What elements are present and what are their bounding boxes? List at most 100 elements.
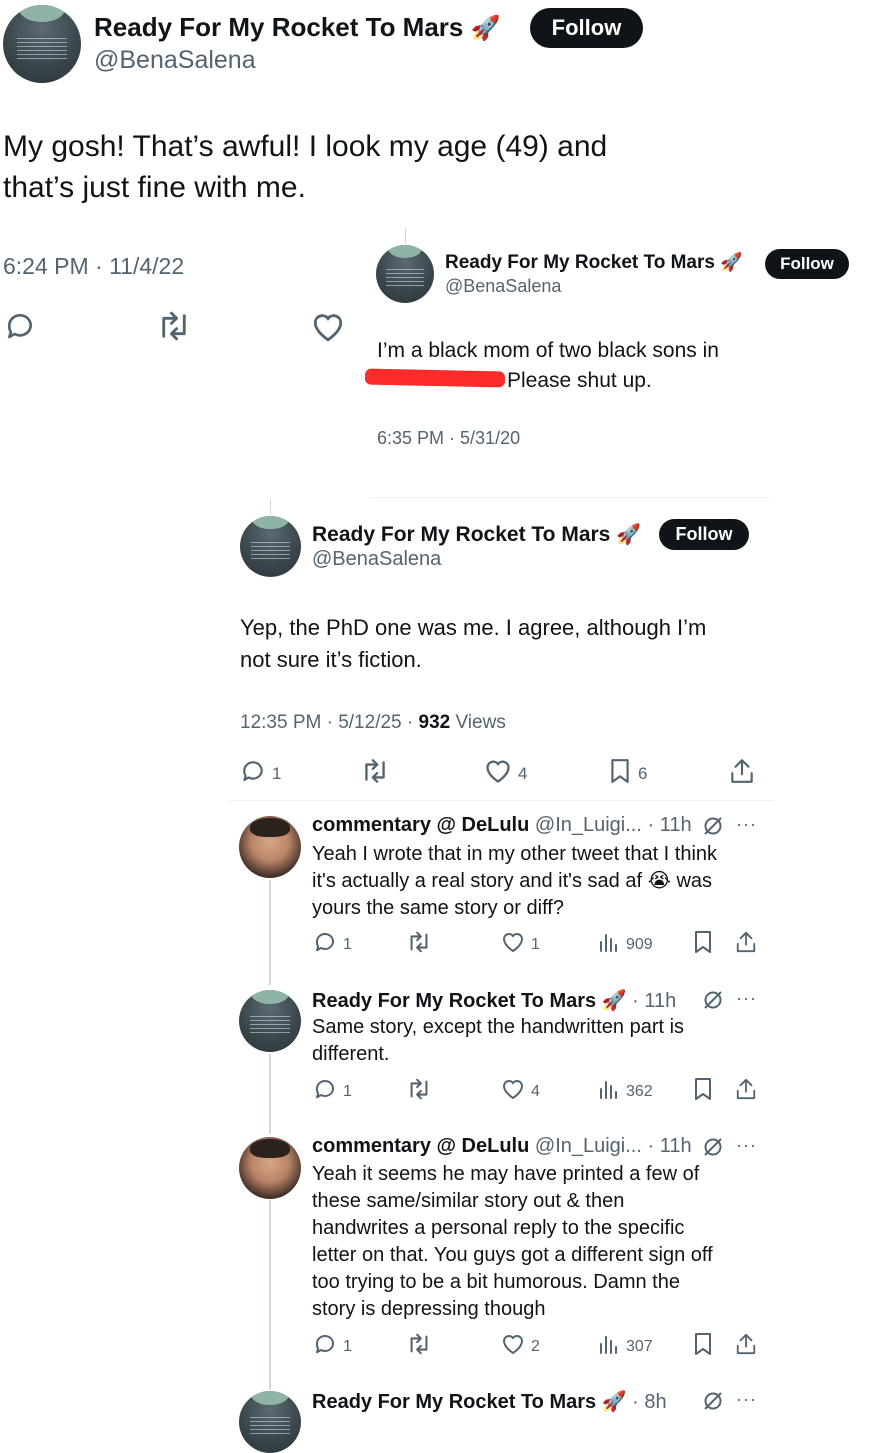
share-icon	[729, 757, 755, 790]
redacted-line: Please shut up.	[364, 366, 857, 396]
share-action[interactable]	[735, 1331, 757, 1362]
retweet-icon	[406, 1077, 432, 1106]
thread-connector	[269, 1200, 271, 1390]
reply-action[interactable]: 1	[313, 930, 352, 959]
avatar[interactable]	[376, 245, 434, 303]
like-action[interactable]: 4	[501, 1077, 540, 1106]
more-icon[interactable]: ···	[736, 988, 757, 1009]
views-action[interactable]: 909	[598, 930, 653, 959]
reply-icon	[313, 1077, 337, 1106]
reply-icon	[313, 1332, 337, 1361]
reply-icon	[313, 930, 337, 959]
views-action[interactable]: 307	[598, 1332, 653, 1361]
reply-icon	[240, 758, 266, 789]
rocket-icon: 🚀	[720, 252, 743, 272]
thread-connector	[270, 499, 271, 515]
author-name[interactable]: Ready For My Rocket To Mars 🚀	[94, 12, 501, 43]
rocket-icon: 🚀	[470, 15, 501, 42]
reply-header: Ready For My Rocket To Mars 🚀 · 8h	[312, 1391, 667, 1413]
more-icon[interactable]: ···	[736, 1389, 757, 1410]
views-label: Views	[450, 712, 506, 733]
retweet-icon	[360, 758, 390, 789]
like-icon	[484, 758, 512, 789]
share-icon	[735, 1331, 757, 1362]
bookmark-icon	[693, 930, 713, 959]
share-icon	[735, 929, 757, 960]
bookmark-icon	[693, 1332, 713, 1361]
author-name[interactable]: Ready For My Rocket To Mars 🚀	[445, 252, 743, 274]
avatar[interactable]	[239, 990, 301, 1052]
divider	[228, 800, 773, 801]
follow-button[interactable]: Follow	[659, 519, 749, 550]
divider	[370, 497, 770, 498]
views-action[interactable]: 362	[598, 1077, 653, 1106]
more-icon[interactable]: ···	[736, 814, 757, 835]
reply-text: Yeah it seems he may have printed a few …	[312, 1163, 713, 1320]
views-count: 932	[418, 712, 451, 733]
thread-connector	[269, 1054, 271, 1134]
retweet-icon	[406, 930, 432, 959]
thread-connector	[405, 228, 406, 244]
reply-icon[interactable]	[4, 310, 36, 342]
bookmark-action[interactable]: 6	[608, 758, 647, 789]
bookmark-icon	[693, 1077, 713, 1106]
retweet-icon[interactable]	[156, 310, 192, 342]
bookmark-action[interactable]	[693, 930, 713, 959]
quote-timestamp[interactable]: 12:35 PM · 5/12/25 · 932 Views	[240, 712, 506, 734]
bookmark-action[interactable]	[693, 1332, 713, 1361]
avatar[interactable]	[3, 5, 81, 83]
grok-icon[interactable]	[702, 989, 724, 1011]
avatar[interactable]	[239, 1391, 301, 1453]
follow-button[interactable]: Follow	[530, 8, 643, 48]
avatar[interactable]	[240, 516, 301, 577]
author-handle[interactable]: @BenaSalena	[312, 548, 441, 571]
rocket-icon: 🚀	[616, 524, 642, 546]
like-icon	[501, 1077, 525, 1106]
quote-text: I’m a black mom of two black sons in Ple…	[364, 336, 857, 396]
author-name[interactable]: Ready For My Rocket To Mars 🚀	[312, 522, 641, 547]
more-icon[interactable]: ···	[736, 1135, 757, 1156]
quote-timestamp[interactable]: 6:35 PM · 5/31/20	[377, 428, 520, 449]
share-action[interactable]	[729, 757, 755, 790]
like-action[interactable]: 2	[501, 1332, 540, 1361]
author-handle[interactable]: @BenaSalena	[94, 46, 256, 75]
retweet-icon	[406, 1332, 432, 1361]
share-icon	[735, 1076, 757, 1107]
like-icon	[501, 1332, 525, 1361]
like-icon[interactable]	[311, 311, 345, 343]
redaction-mark	[364, 368, 506, 388]
reply-header: Ready For My Rocket To Mars 🚀 · 11h	[312, 990, 677, 1012]
bookmark-action[interactable]	[693, 1077, 713, 1106]
reply-action[interactable]: 1	[240, 758, 281, 789]
reply-header: commentary @ DeLulu @In_Luigi... · 11h	[312, 814, 692, 836]
reply-header: commentary @ DeLulu @In_Luigi... · 11h	[312, 1135, 692, 1157]
bookmark-icon	[608, 758, 632, 789]
views-icon	[598, 1077, 620, 1106]
reply-action[interactable]: 1	[313, 1332, 352, 1361]
retweet-action[interactable]	[406, 1077, 432, 1106]
follow-button[interactable]: Follow	[765, 249, 849, 279]
share-action[interactable]	[735, 1076, 757, 1107]
retweet-action[interactable]	[360, 758, 390, 789]
avatar[interactable]	[239, 1137, 301, 1199]
tweet-text: My gosh! That’s awful! I look my age (49…	[3, 130, 608, 204]
quote-text: Yep, the PhD one was me. I agree, althou…	[240, 615, 707, 672]
avatar[interactable]	[239, 816, 301, 878]
grok-icon[interactable]	[702, 815, 724, 837]
views-icon	[598, 1332, 620, 1361]
grok-icon[interactable]	[702, 1390, 724, 1412]
retweet-action[interactable]	[406, 930, 432, 959]
like-action[interactable]: 4	[484, 758, 527, 789]
like-action[interactable]: 1	[501, 930, 540, 959]
views-icon	[598, 930, 620, 959]
like-icon	[501, 930, 525, 959]
author-handle[interactable]: @BenaSalena	[445, 276, 561, 297]
retweet-action[interactable]	[406, 1332, 432, 1361]
reply-text: Same story, except the handwritten part …	[312, 1016, 685, 1065]
grok-icon[interactable]	[702, 1136, 724, 1158]
tweet-timestamp[interactable]: 6:24 PM · 11/4/22	[3, 253, 184, 280]
thread-connector	[269, 880, 271, 985]
reply-text: Yeah I wrote that in my other tweet that…	[312, 843, 718, 919]
reply-action[interactable]: 1	[313, 1077, 352, 1106]
share-action[interactable]	[735, 929, 757, 960]
